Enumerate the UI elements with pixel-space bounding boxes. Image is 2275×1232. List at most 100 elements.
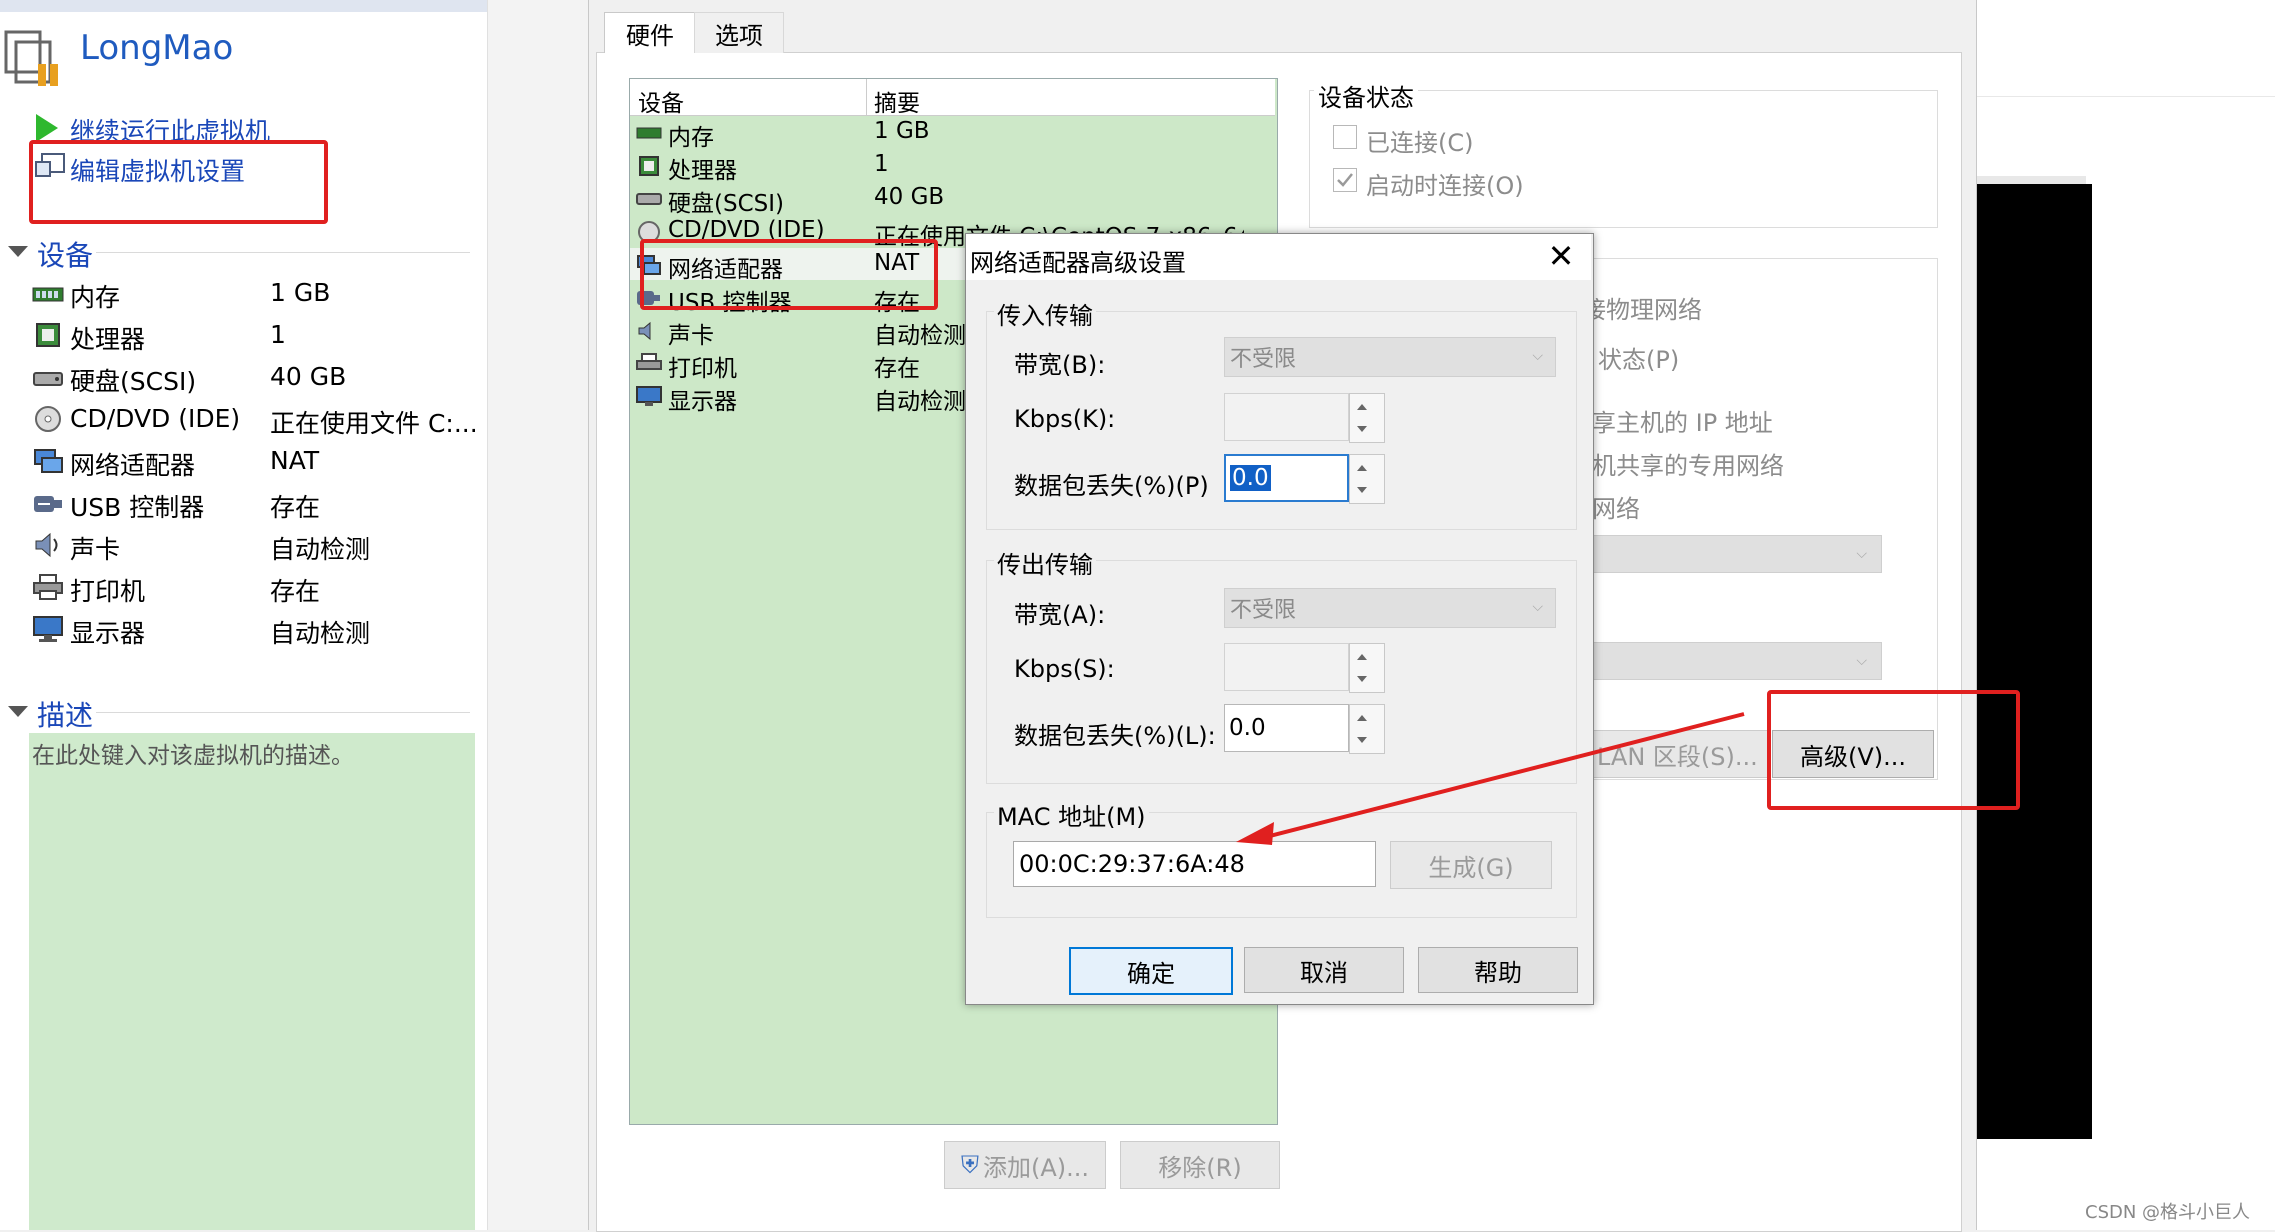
bridged-label-partial[interactable]: 接物理网络 (1582, 290, 1702, 325)
device-label-cpu[interactable]: 处理器 (70, 320, 145, 356)
connected-checkbox[interactable] (1333, 125, 1357, 149)
sound-icon (638, 321, 651, 341)
chevron-down-icon: ⌵ (1532, 348, 1543, 364)
device-label-network[interactable]: 网络适配器 (70, 446, 195, 482)
replicate-state-label-partial[interactable]: 状态(P) (1598, 340, 1679, 375)
divider (96, 252, 470, 253)
generate-mac-button[interactable]: 生成(G) (1390, 841, 1552, 889)
tab-options[interactable]: 选项 (694, 12, 784, 53)
incoming-kbps-label: Kbps(K): (1014, 405, 1116, 433)
list-item-summary: 自动检测 (874, 389, 966, 415)
watermark: CSDN @格斗小巨人 (2085, 1202, 2251, 1223)
outgoing-bandwidth-dropdown[interactable]: 不受限 ⌵ (1224, 588, 1556, 628)
list-item-device[interactable]: 硬盘(SCSI) (668, 184, 784, 217)
incoming-transfer-title: 传入传输 (994, 296, 1096, 331)
host-only-label-partial[interactable]: 机共享的专用网络 (1592, 446, 1784, 481)
device-value-cpu: 1 (270, 320, 286, 349)
outgoing-loss-label: 数据包丢失(%)(L): (1014, 722, 1216, 750)
incoming-kbps-input[interactable] (1224, 393, 1349, 441)
device-value-usb: 存在 (270, 493, 321, 522)
collapse-description-icon[interactable] (8, 706, 28, 717)
device-value-sound: 自动检测 (270, 535, 371, 564)
close-icon[interactable]: ✕ (1545, 237, 1577, 275)
dialog-title: 网络适配器高级设置 (970, 249, 1186, 277)
printer-icon (636, 353, 662, 370)
annotation-box-advanced (1767, 690, 2020, 810)
play-icon[interactable] (36, 114, 58, 142)
list-item-device[interactable]: 打印机 (668, 349, 737, 382)
list-item-summary: 存在 (874, 356, 920, 382)
description-section-title[interactable]: 描述 (37, 694, 93, 734)
device-label-sound[interactable]: 声卡 (70, 530, 120, 566)
device-label-harddisk[interactable]: 硬盘(SCSI) (70, 362, 196, 398)
connected-label[interactable]: 已连接(C) (1366, 123, 1473, 158)
spin-up-icon[interactable] (1357, 465, 1367, 471)
device-status-title: 设备状态 (1314, 78, 1418, 113)
shield-icon: ⛨ (960, 1151, 979, 1179)
incoming-kbps-spinner[interactable] (1349, 393, 1385, 443)
nat-label-partial[interactable]: 享主机的 IP 地址 (1592, 403, 1773, 438)
device-value-printer: 存在 (270, 577, 321, 606)
vm-console-preview[interactable] (1974, 184, 2092, 1139)
vm-title: LongMao (80, 28, 234, 68)
cpu-icon (36, 323, 60, 347)
custom-network-dropdown[interactable]: ⌵ (1592, 535, 1882, 573)
spin-up-icon[interactable] (1357, 404, 1367, 410)
incoming-loss-spinner[interactable] (1349, 454, 1385, 504)
mac-address-title: MAC 地址(M) (994, 797, 1149, 832)
list-item-device[interactable]: 声卡 (668, 316, 714, 349)
column-header-device[interactable]: 设备 (638, 84, 684, 118)
vm-logo-icon (4, 30, 58, 86)
sound-icon (35, 532, 58, 558)
ok-button[interactable]: 确定 (1069, 947, 1233, 995)
device-label-display[interactable]: 显示器 (70, 614, 145, 650)
incoming-bandwidth-label: 带宽(B): (1014, 351, 1106, 379)
spin-down-icon[interactable] (1357, 426, 1367, 432)
description-box[interactable] (29, 733, 475, 1230)
spin-up-icon[interactable] (1357, 654, 1367, 660)
tab-hardware[interactable]: 硬件 (604, 12, 696, 53)
library-tab-strip (0, 0, 487, 12)
incoming-loss-input[interactable]: 0.0 (1224, 454, 1349, 502)
list-item-device[interactable]: 内存 (668, 118, 714, 151)
connect-at-poweron-label[interactable]: 启动时连接(O) (1366, 166, 1524, 201)
outgoing-kbps-spinner[interactable] (1349, 643, 1385, 693)
connect-at-poweron-checkbox[interactable] (1333, 168, 1357, 192)
device-label-printer[interactable]: 打印机 (70, 572, 145, 608)
device-label-cd-dvd[interactable]: CD/DVD (IDE) (70, 404, 240, 433)
outgoing-bandwidth-label: 带宽(A): (1014, 601, 1106, 629)
annotation-box-network-adapter (640, 239, 938, 310)
chevron-down-icon: ⌵ (1856, 546, 1867, 562)
list-item-device[interactable]: 显示器 (668, 382, 737, 415)
divider (96, 712, 470, 713)
spin-down-icon[interactable] (1357, 487, 1367, 493)
collapse-devices-icon[interactable] (8, 246, 28, 257)
devices-section-title[interactable]: 设备 (37, 234, 93, 274)
column-header-summary[interactable]: 摘要 (874, 84, 920, 118)
display-icon (636, 386, 662, 406)
lan-segment-dropdown[interactable]: ⌵ (1592, 642, 1882, 680)
remove-device-button[interactable]: 移除(R) (1120, 1141, 1280, 1189)
cancel-button[interactable]: 取消 (1244, 947, 1404, 993)
description-placeholder[interactable]: 在此处键入对该虚拟机的描述。 (32, 736, 354, 770)
list-item-summary: 1 GB (874, 118, 930, 144)
incoming-bandwidth-dropdown[interactable]: 不受限 ⌵ (1224, 337, 1556, 377)
memory-icon (32, 287, 64, 302)
outgoing-kbps-input[interactable] (1224, 643, 1349, 691)
memory-icon (636, 127, 662, 139)
column-separator[interactable] (866, 79, 867, 115)
usb-icon (34, 496, 62, 512)
cpu-icon (639, 156, 659, 176)
help-button[interactable]: 帮助 (1418, 947, 1578, 993)
list-item-summary: 自动检测 (874, 323, 966, 349)
device-label-memory[interactable]: 内存 (70, 278, 120, 314)
device-value-display: 自动检测 (270, 619, 371, 648)
device-value-network: NAT (270, 446, 320, 475)
list-item-device[interactable]: 处理器 (668, 151, 737, 184)
pane-divider (487, 0, 588, 1230)
add-device-button[interactable]: ⛨ 添加(A)... (944, 1141, 1106, 1189)
custom-network-label-partial[interactable]: 网络 (1592, 489, 1640, 524)
harddisk-icon (33, 372, 63, 386)
device-label-usb[interactable]: USB 控制器 (70, 488, 204, 524)
spin-down-icon[interactable] (1357, 676, 1367, 682)
